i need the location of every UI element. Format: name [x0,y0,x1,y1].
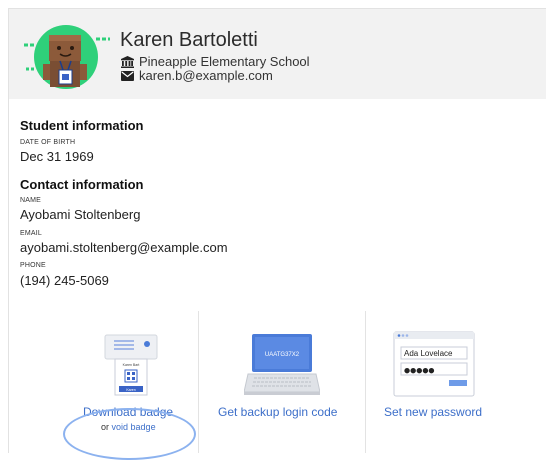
backup-login-code-link[interactable]: Get backup login code [218,405,337,419]
contact-email-label: EMAIL [20,230,43,237]
password-dots-field: ●●●●● [404,367,435,375]
email-line: karen.b@example.com [121,68,273,83]
contact-email-value: ayobami.stoltenberg@example.com [20,240,228,255]
password-name-field: Ada Lovelace [404,349,453,358]
laptop-backup-code: UAATG37X2 [265,352,300,358]
password-window-illustration: Ada Lovelace ●●●●● [393,331,475,397]
action-separator-2 [365,311,366,453]
action-separator-1 [198,311,199,453]
laptop-illustration: UAATG37X2 [244,334,320,395]
dob-label: DATE OF BIRTH [20,139,76,146]
envelope-icon [121,70,134,81]
contact-name-value: Ayobami Stoltenberg [20,207,141,222]
student-info-title: Student information [20,118,144,133]
badge-printer-illustration: Karen Bart Karen [104,334,158,396]
school-name: Pineapple Elementary School [139,54,310,69]
set-new-password-link[interactable]: Set new password [384,405,482,419]
badge-card-name: Karen Bart [123,363,140,367]
contact-info-title: Contact information [20,177,144,192]
school-line: Pineapple Elementary School [121,54,310,69]
student-profile-panel: Karen Bartoletti Pineapple Elementary Sc… [8,8,546,460]
profile-header: Karen Bartoletti Pineapple Elementary Sc… [8,8,546,99]
school-building-icon [121,55,134,68]
robot-avatar-icon [24,25,110,89]
badge-card-tag: Karen [126,388,135,392]
panel-border [8,98,9,453]
contact-phone-label: PHONE [20,262,46,269]
teacher-email: karen.b@example.com [139,68,273,83]
student-name: Karen Bartoletti [120,29,258,51]
dob-value: Dec 31 1969 [20,149,94,164]
contact-name-label: NAME [20,197,42,204]
highlight-annotation [63,408,196,460]
contact-phone-value: (194) 245-5069 [20,273,109,288]
